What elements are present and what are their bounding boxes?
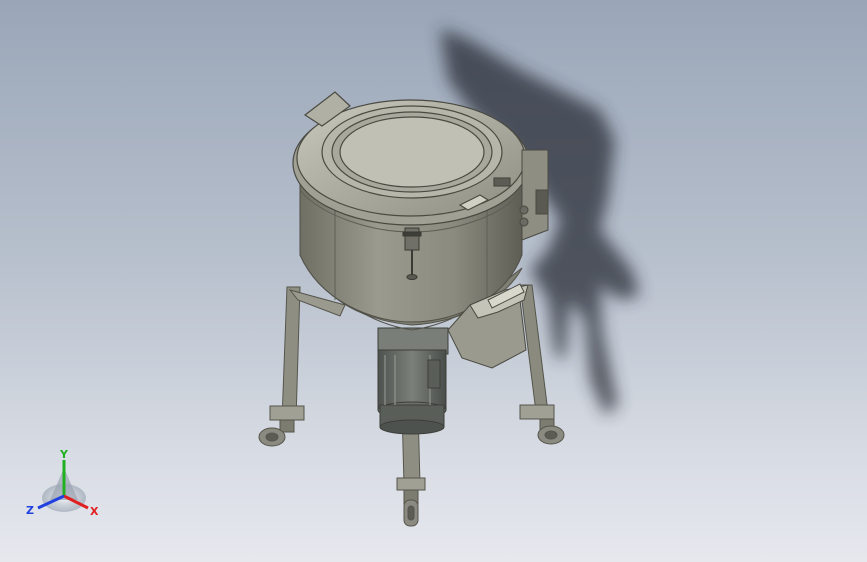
- motor: [377, 327, 449, 435]
- y-axis-label: Y: [59, 448, 69, 461]
- mixer-model[interactable]: [0, 0, 867, 562]
- x-axis-label: X: [90, 505, 99, 518]
- graphics-viewport[interactable]: Y X Z: [0, 0, 867, 562]
- z-axis-label: Z: [26, 504, 34, 517]
- orientation-triad[interactable]: Y X Z: [22, 448, 112, 528]
- control-box: [519, 149, 549, 241]
